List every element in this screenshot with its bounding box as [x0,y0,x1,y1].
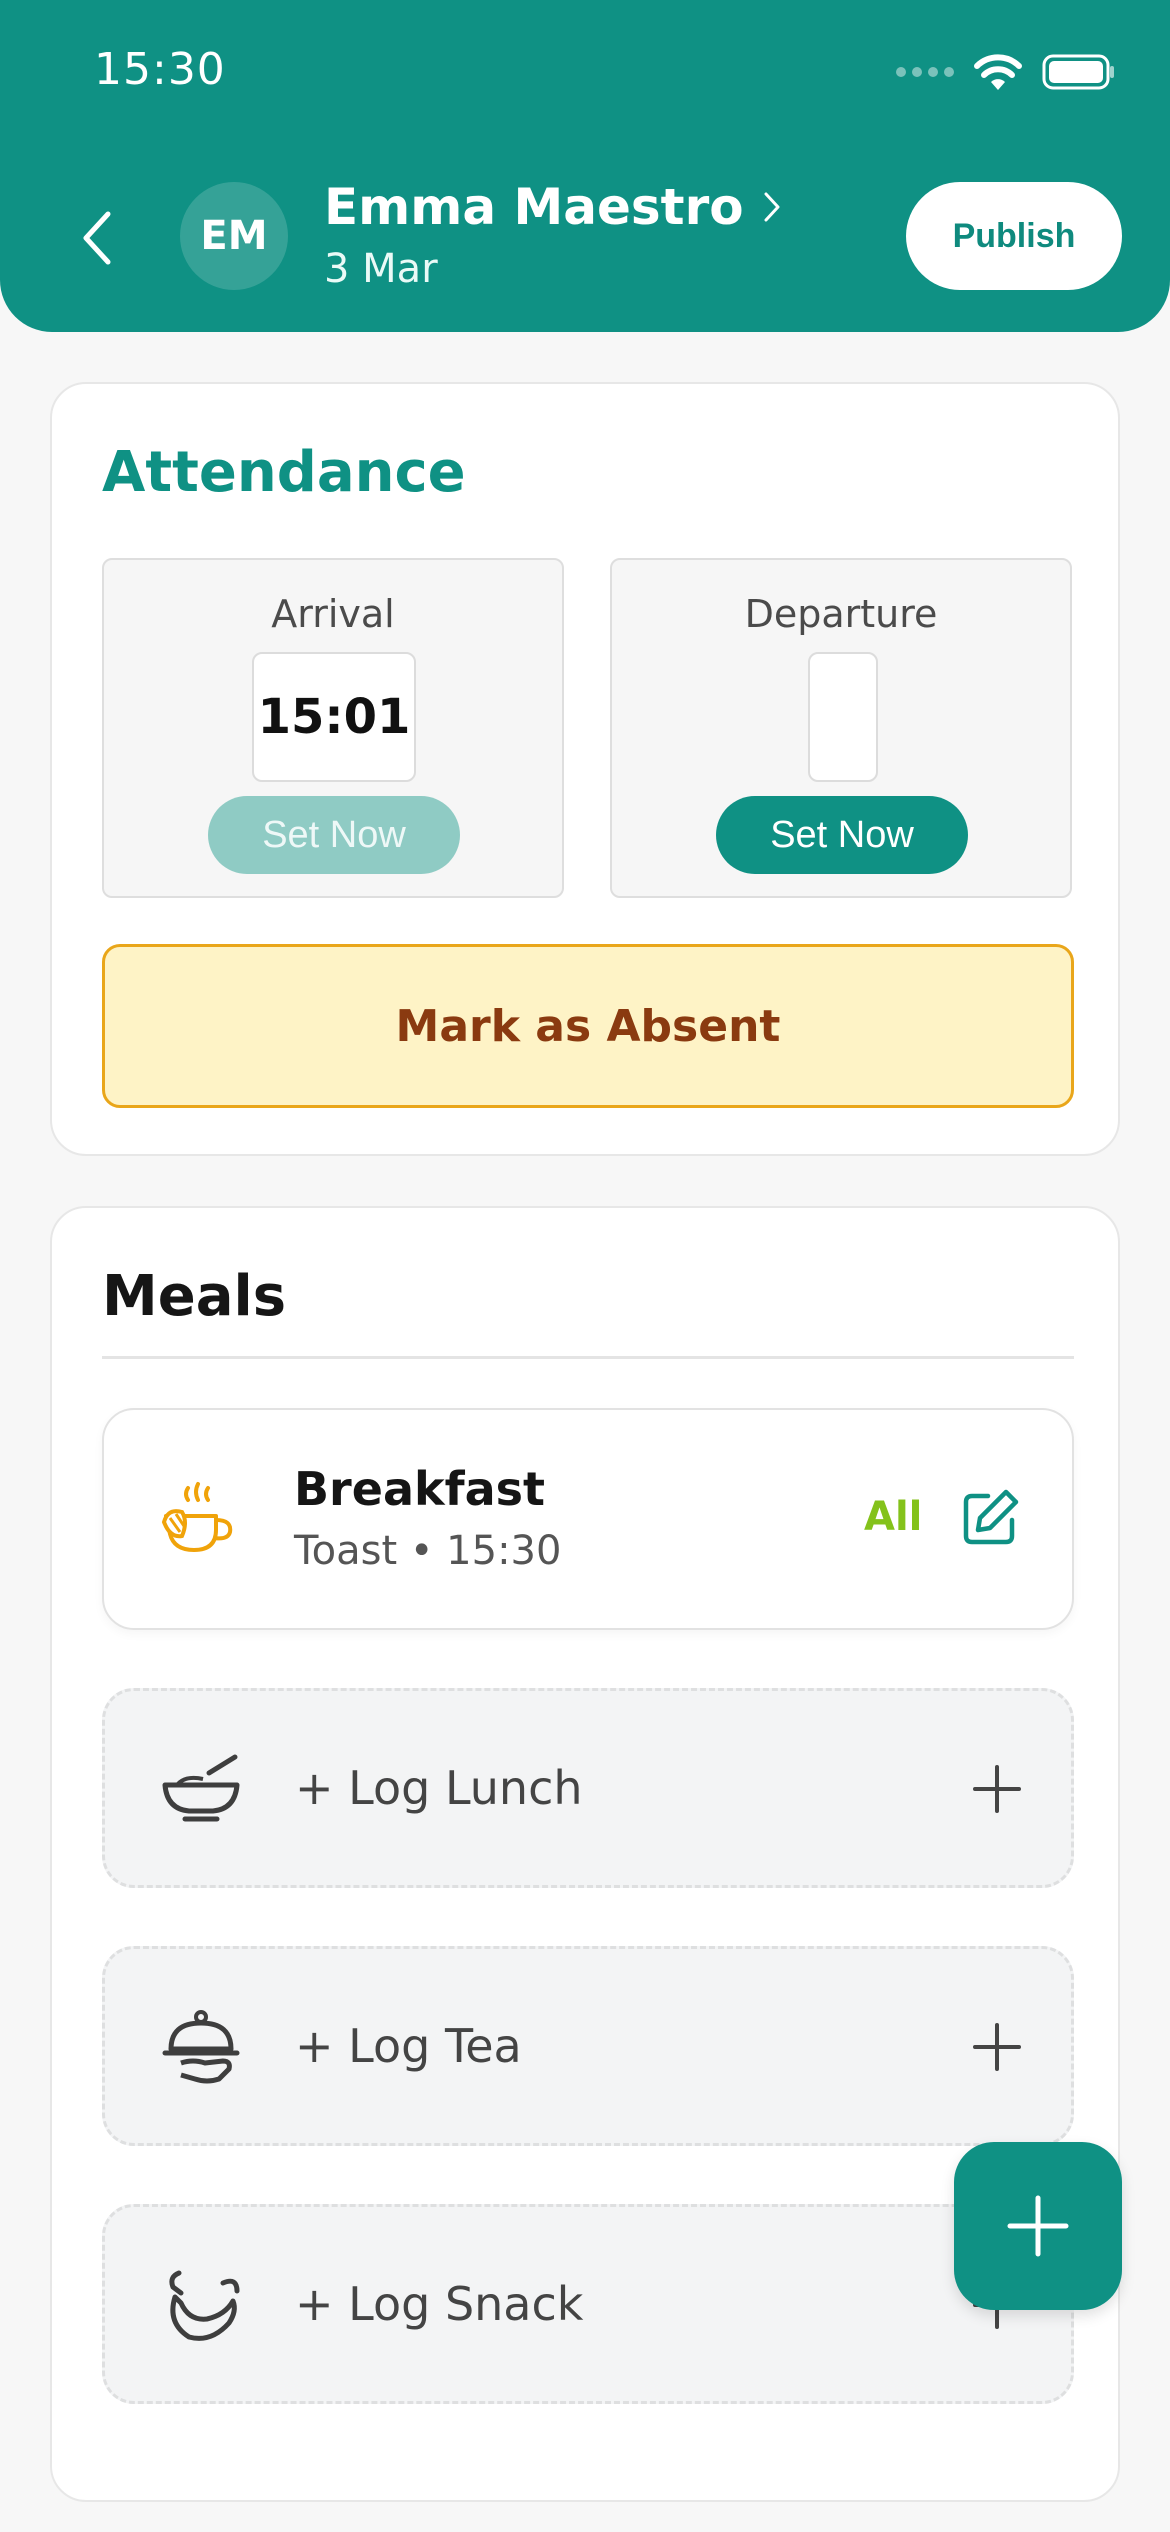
app-header: 15:30 EM Emma Maestro 3 Mar Publish [0,0,1170,332]
log-lunch-row[interactable]: + Log Lunch [102,1688,1074,1888]
child-name: Emma Maestro [324,178,744,236]
meal-name: Breakfast [294,1462,546,1516]
arrival-set-now-button[interactable]: Set Now [208,796,460,874]
arrival-time-field[interactable]: 15:01 [252,652,416,782]
log-tea-label: + Log Tea [295,2019,522,2073]
divider [102,1356,1074,1359]
departure-time-field[interactable] [808,652,878,782]
bowl-icon [162,1754,240,1822]
departure-box: Departure Set Now [610,558,1072,898]
plus-icon [973,1765,1021,1813]
add-fab-button[interactable] [954,2142,1122,2310]
log-lunch-label: + Log Lunch [295,1761,583,1815]
arrival-label: Arrival [271,592,395,636]
avatar[interactable]: EM [180,182,288,290]
snack-icon [169,2270,240,2341]
plus-icon [1007,2195,1069,2257]
mark-absent-button[interactable]: Mark as Absent [102,944,1074,1108]
meals-title: Meals [102,1264,287,1329]
log-snack-label: + Log Snack [295,2277,584,2331]
chevron-right-icon [764,192,780,222]
cloche-icon [162,2010,240,2084]
meal-row-breakfast[interactable]: Breakfast Toast • 15:30 All [102,1408,1074,1630]
status-time: 15:30 [94,44,226,95]
status-icons [896,52,1116,92]
wifi-icon [974,54,1022,90]
chevron-left-icon [83,211,111,265]
log-tea-row[interactable]: + Log Tea [102,1946,1074,2146]
departure-label: Departure [744,592,938,636]
departure-set-now-button[interactable]: Set Now [716,796,968,874]
battery-icon [1042,54,1114,90]
back-button[interactable] [70,206,124,270]
arrival-box: Arrival 15:01 Set Now [102,558,564,898]
edit-icon[interactable] [960,1486,1022,1548]
plus-icon [973,2023,1021,2071]
signal-icon [896,67,954,77]
child-profile-link[interactable]: Emma Maestro [324,178,782,236]
breakfast-icon [161,1482,233,1552]
meal-amount-badge: All [864,1494,923,1540]
log-snack-row[interactable]: + Log Snack [102,2204,1074,2404]
attendance-card: Attendance Arrival 15:01 Set Now Departu… [50,382,1120,1156]
meal-detail: Toast • 15:30 [294,1528,562,1574]
attendance-title: Attendance [102,440,466,505]
report-date: 3 Mar [324,246,438,292]
publish-button[interactable]: Publish [906,182,1122,290]
meals-card: Meals Breakfast Toast • 15:30 All + Log … [50,1206,1120,2502]
